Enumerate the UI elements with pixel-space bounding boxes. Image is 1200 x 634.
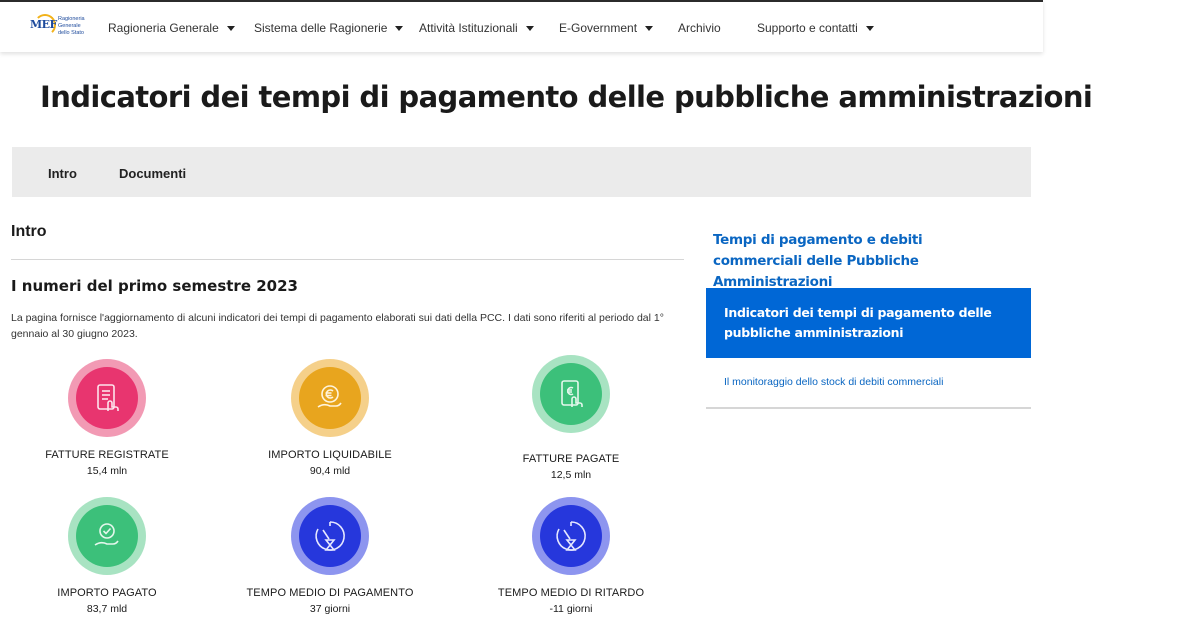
nav-item-e-government[interactable]: E-Government bbox=[559, 21, 654, 35]
nav-label: Supporto e contatti bbox=[757, 21, 858, 35]
caret-down-icon bbox=[525, 25, 534, 31]
hand-check-icon bbox=[76, 505, 138, 567]
intro-paragraph: La pagina fornisce l'aggiornamento di al… bbox=[11, 312, 664, 340]
nav-label: Attività Istituzionali bbox=[419, 21, 518, 35]
logo-mark: MEF bbox=[30, 18, 57, 31]
divider bbox=[11, 259, 684, 260]
section-heading: Intro bbox=[11, 223, 47, 240]
clock-hourglass-icon bbox=[540, 505, 602, 567]
stat-fatture-pagate: FATTURE PAGATE 12,5 mln bbox=[481, 355, 661, 481]
stat-value: 15,4 mln bbox=[86, 465, 128, 477]
page-title: Indicatori dei tempi di pagamento delle … bbox=[40, 80, 1093, 114]
caret-down-icon bbox=[226, 25, 235, 31]
nav-item-attivita-istituzionali[interactable]: Attività Istituzionali bbox=[419, 21, 534, 35]
tab-bar: Intro Documenti bbox=[12, 147, 1031, 197]
caret-down-icon bbox=[645, 25, 654, 31]
stat-circle bbox=[291, 359, 369, 437]
sidebar-active-label: Indicatori dei tempi di pagamento delle … bbox=[724, 305, 992, 340]
stat-value: 37 giorni bbox=[309, 603, 351, 615]
top-navigation: MEF Ragioneria Generale dello Stato Ragi… bbox=[0, 0, 1043, 52]
stat-importo-pagato: IMPORTO PAGATO 83,7 mld bbox=[17, 497, 197, 615]
mef-logo[interactable]: MEF Ragioneria Generale dello Stato bbox=[30, 14, 90, 42]
nav-item-ragioneria-generale[interactable]: Ragioneria Generale bbox=[108, 21, 235, 35]
tablet-euro-icon bbox=[540, 363, 602, 425]
stat-circle bbox=[532, 355, 610, 433]
nav-label: Ragioneria Generale bbox=[108, 21, 219, 35]
stat-label: IMPORTO PAGATO bbox=[57, 587, 157, 599]
tablet-invoice-icon bbox=[76, 367, 138, 429]
tab-documenti[interactable]: Documenti bbox=[119, 166, 186, 181]
stat-value: 90,4 mld bbox=[309, 465, 351, 477]
stat-value: -11 giorni bbox=[549, 603, 593, 615]
nav-item-sistema-ragionerie[interactable]: Sistema delle Ragionerie bbox=[254, 21, 404, 35]
nav-label: E-Government bbox=[559, 21, 638, 35]
sidebar-link-tempi-pagamento[interactable]: Tempi di pagamento e debiti commerciali … bbox=[713, 230, 993, 293]
subheading: I numeri del primo semestre 2023 bbox=[11, 277, 298, 295]
stat-value: 83,7 mld bbox=[86, 603, 128, 615]
clock-hourglass-icon bbox=[299, 505, 361, 567]
stat-circle bbox=[532, 497, 610, 575]
stat-label: IMPORTO LIQUIDABILE bbox=[268, 449, 392, 461]
caret-down-icon bbox=[865, 25, 874, 31]
stat-circle bbox=[291, 497, 369, 575]
stat-label: FATTURE REGISTRATE bbox=[45, 449, 169, 461]
caret-down-icon bbox=[395, 25, 404, 31]
logo-text: Ragioneria Generale dello Stato bbox=[58, 16, 85, 36]
nav-item-supporto-contatti[interactable]: Supporto e contatti bbox=[757, 21, 874, 35]
stat-label: FATTURE PAGATE bbox=[522, 453, 620, 465]
sidebar-item-active[interactable]: Indicatori dei tempi di pagamento delle … bbox=[706, 288, 1031, 358]
stat-tempo-medio-ritardo: TEMPO MEDIO DI RITARDO -11 giorni bbox=[481, 497, 661, 615]
tab-intro[interactable]: Intro bbox=[48, 166, 77, 181]
stat-circle bbox=[68, 359, 146, 437]
stat-fatture-registrate: FATTURE REGISTRATE 15,4 mln bbox=[17, 359, 197, 477]
stat-tempo-medio-pagamento: TEMPO MEDIO DI PAGAMENTO 37 giorni bbox=[240, 497, 420, 615]
sidebar-divider bbox=[706, 407, 1031, 409]
stat-importo-liquidabile: IMPORTO LIQUIDABILE 90,4 mld bbox=[240, 359, 420, 477]
stat-label: TEMPO MEDIO DI PAGAMENTO bbox=[246, 587, 414, 599]
nav-label: Sistema delle Ragionerie bbox=[254, 21, 388, 35]
nav-item-archivio[interactable]: Archivio bbox=[678, 21, 721, 35]
nav-label: Archivio bbox=[678, 21, 721, 35]
euro-coin-hand-icon bbox=[299, 367, 361, 429]
sidebar-link-monitoraggio[interactable]: Il monitoraggio dello stock di debiti co… bbox=[724, 376, 943, 388]
stat-value: 12,5 mln bbox=[550, 469, 592, 481]
stat-circle bbox=[68, 497, 146, 575]
stat-label: TEMPO MEDIO DI RITARDO bbox=[497, 587, 645, 599]
